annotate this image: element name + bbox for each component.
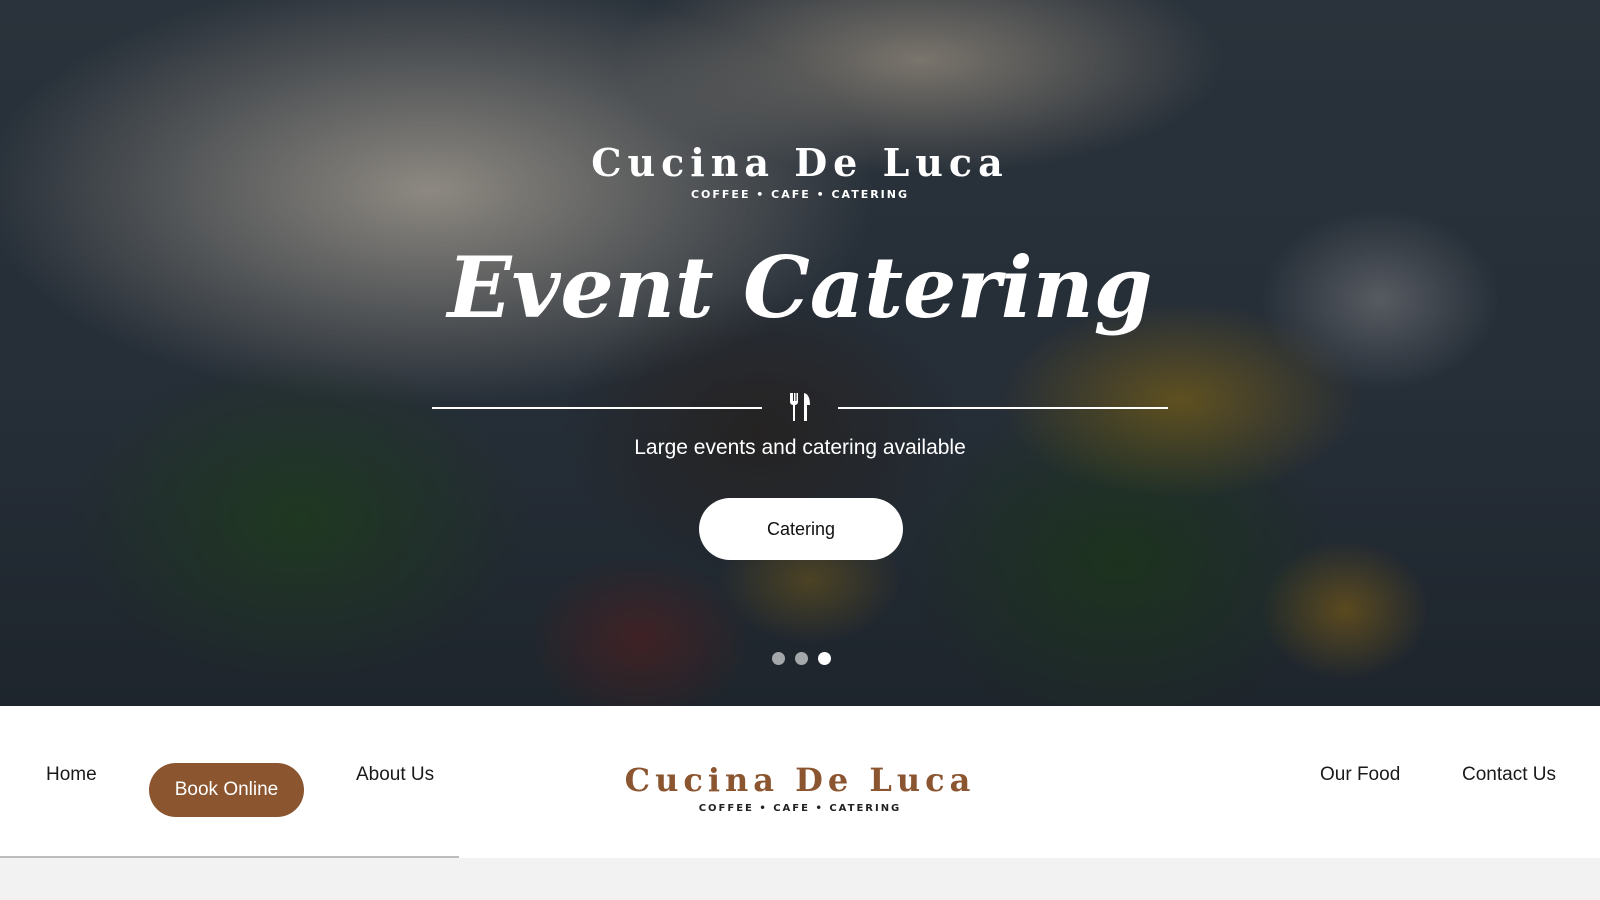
- divider-line-left: [432, 407, 762, 409]
- slider-dot-1[interactable]: [772, 652, 785, 665]
- divider-line-right: [838, 407, 1168, 409]
- nav-link-home[interactable]: Home: [46, 764, 97, 786]
- page-content-area: [0, 858, 1600, 900]
- catering-button[interactable]: Catering: [699, 498, 903, 560]
- slider-dot-2[interactable]: [795, 652, 808, 665]
- book-online-button[interactable]: Book Online: [149, 763, 304, 817]
- utensils-icon: [790, 393, 810, 421]
- main-navigation: Home Book Online About Us Cucina De Luca…: [0, 706, 1600, 858]
- site-logo-tagline: COFFEE • CAFE • CATERING: [698, 803, 902, 814]
- nav-link-contact-us[interactable]: Contact Us: [1462, 764, 1556, 786]
- hero-logo: Cucina De Luca COFFEE • CAFE • CATERING: [0, 140, 1600, 202]
- hero-logo-tagline: COFFEE • CAFE • CATERING: [690, 188, 910, 201]
- site-logo[interactable]: Cucina De Luca COFFEE • CAFE • CATERING: [600, 762, 1000, 814]
- site-logo-wordmark: Cucina De Luca: [624, 761, 976, 799]
- hero-background-image: [0, 0, 1600, 706]
- nav-link-our-food[interactable]: Our Food: [1320, 764, 1400, 786]
- hero-title: Event Catering: [447, 238, 1153, 337]
- slider-dots: [772, 652, 831, 665]
- slider-dot-3[interactable]: [818, 652, 831, 665]
- hero-divider: [432, 392, 1168, 422]
- hero-banner: Cucina De Luca COFFEE • CAFE • CATERING …: [0, 0, 1600, 706]
- hero-subtitle: Large events and catering available: [634, 436, 966, 459]
- nav-link-about-us[interactable]: About Us: [356, 764, 434, 786]
- hero-logo-wordmark: Cucina De Luca: [591, 140, 1009, 185]
